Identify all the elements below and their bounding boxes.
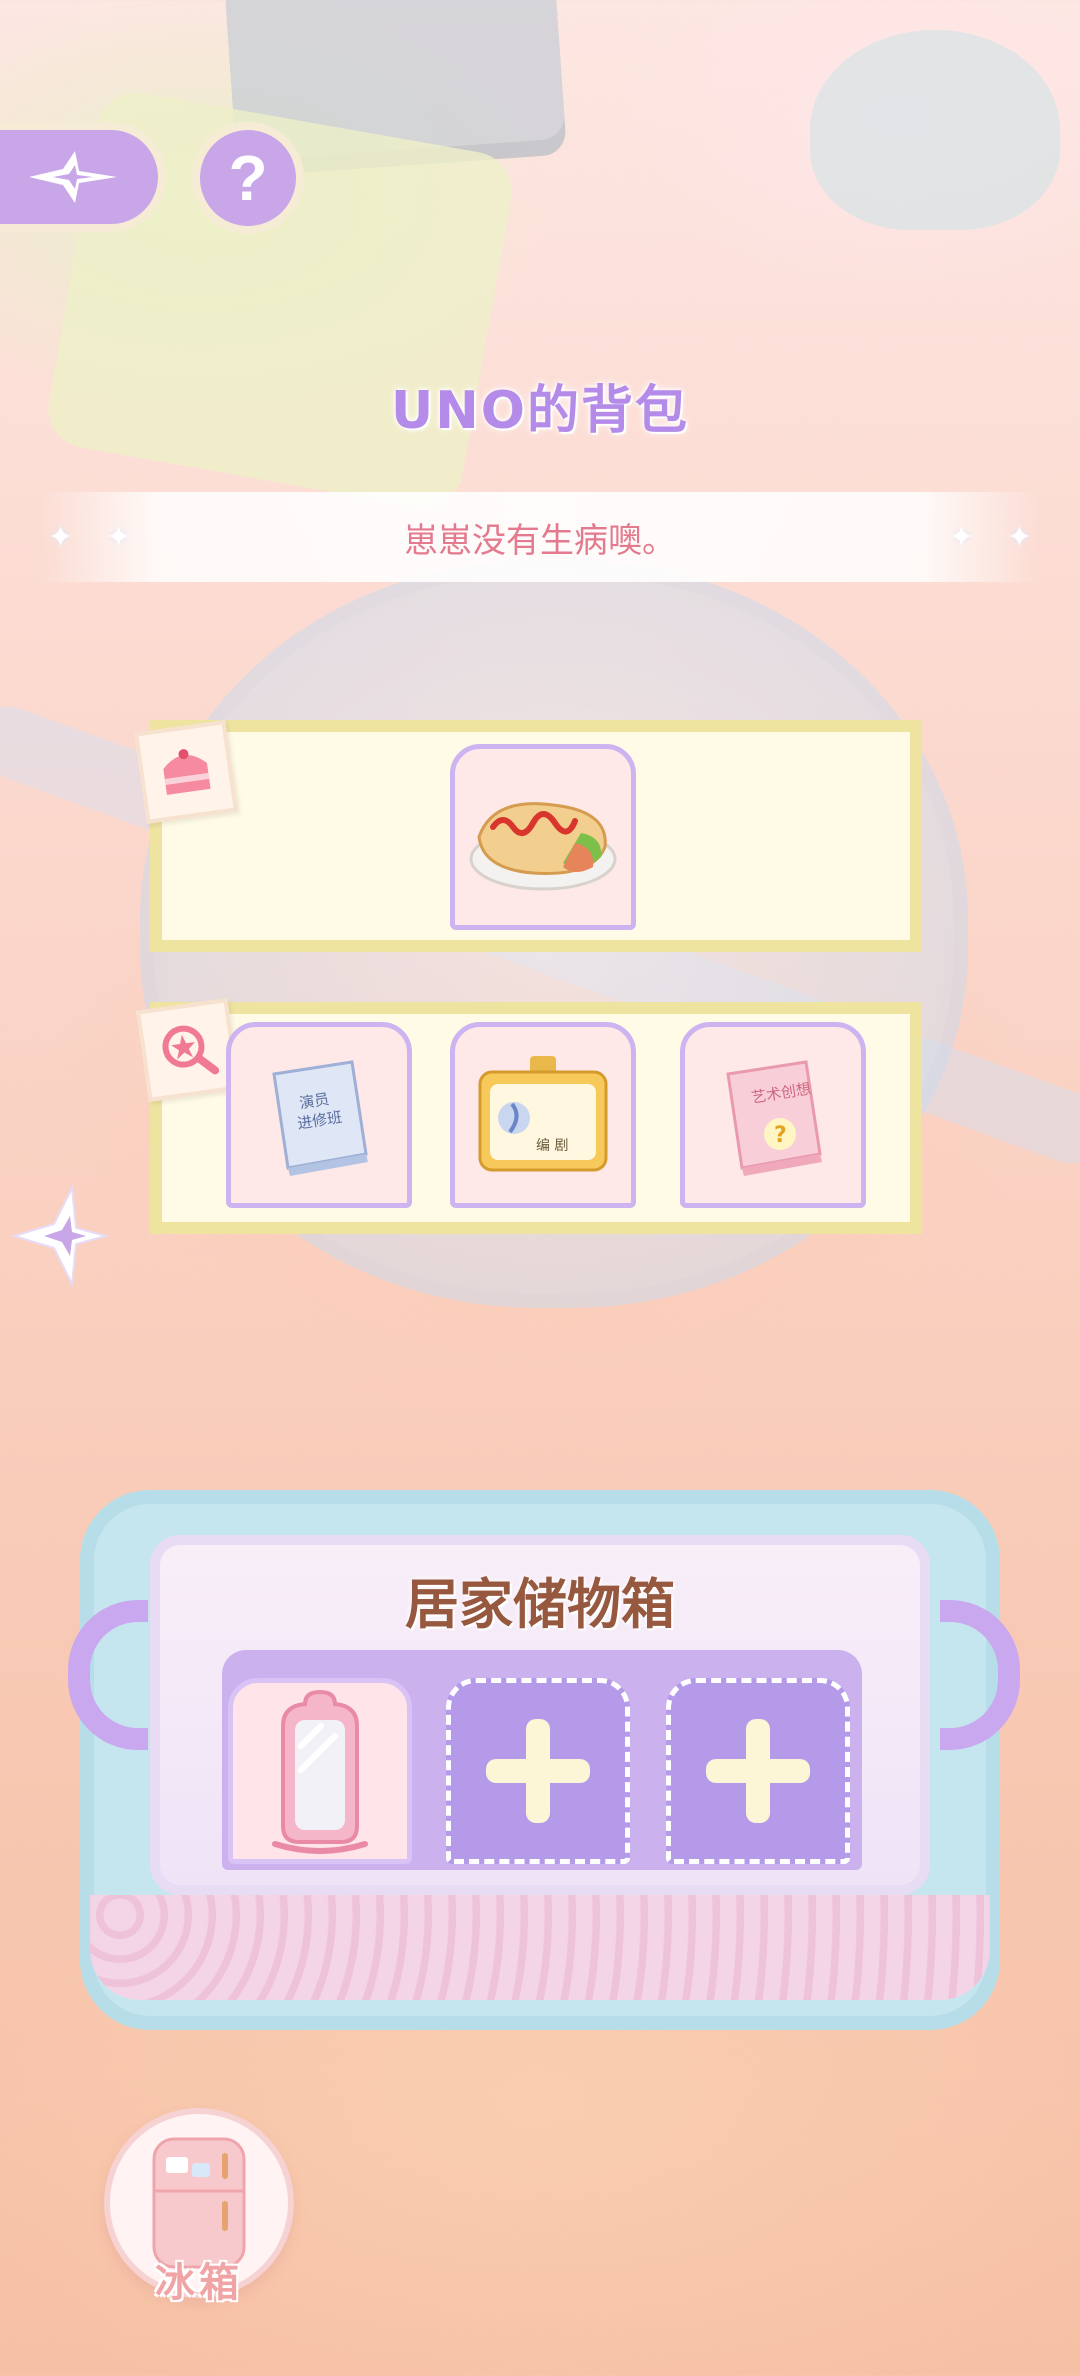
help-button[interactable]: ? xyxy=(192,122,304,234)
sparkle-icon: ✦ xyxy=(48,520,74,555)
sparkle-icon: ✦ xyxy=(1006,520,1032,555)
fridge-label: 冰箱 xyxy=(155,2260,243,2306)
card-role-text: 编 剧 xyxy=(536,1138,568,1154)
plus-icon xyxy=(706,1719,810,1823)
storage-slot-3[interactable] xyxy=(666,1678,850,1864)
background-cup xyxy=(810,30,1060,230)
svg-text:?: ? xyxy=(774,1123,787,1148)
status-message: 崽崽没有生病噢。 xyxy=(404,520,676,561)
storage-box-frill xyxy=(90,1895,990,2000)
backpack-slot-item-2[interactable]: 编 剧 xyxy=(450,1022,636,1208)
backpack-slot-item-3[interactable]: 艺术创想 ? xyxy=(680,1022,866,1208)
book-icon: 演员 进修班 xyxy=(272,1060,368,1176)
storage-slot-2[interactable] xyxy=(446,1678,630,1864)
book-icon: 艺术创想 ? xyxy=(726,1060,822,1176)
storage-box-title: 居家储物箱 xyxy=(405,1573,675,1636)
id-card-icon: 编 剧 xyxy=(478,1056,608,1172)
sparkle-icon: ✦ xyxy=(106,520,132,555)
food-category-tag xyxy=(134,720,238,824)
item-category-tag xyxy=(136,998,240,1102)
plus-icon xyxy=(486,1719,590,1823)
hotdog-plate-icon xyxy=(469,802,617,891)
cake-icon xyxy=(163,749,211,795)
magnifier-star-icon xyxy=(162,1025,220,1075)
four-point-star-arrow-icon[interactable] xyxy=(10,1180,110,1300)
help-label: ? xyxy=(228,142,268,214)
back-button[interactable] xyxy=(0,122,166,232)
status-message-bar: ✦ ✦ 崽崽没有生病噢。 ✦ ✦ xyxy=(40,492,1040,582)
storage-slot-1[interactable] xyxy=(228,1678,412,1864)
backpack-slot-food[interactable] xyxy=(450,744,636,930)
page-title: UNO的背包 xyxy=(391,381,689,441)
pink-mirror-icon xyxy=(272,1689,368,1854)
four-point-star-arrow-icon xyxy=(29,151,117,203)
backpack-slot-item-1[interactable]: 演员 进修班 xyxy=(226,1022,412,1208)
sparkle-icon: ✦ xyxy=(948,520,974,555)
